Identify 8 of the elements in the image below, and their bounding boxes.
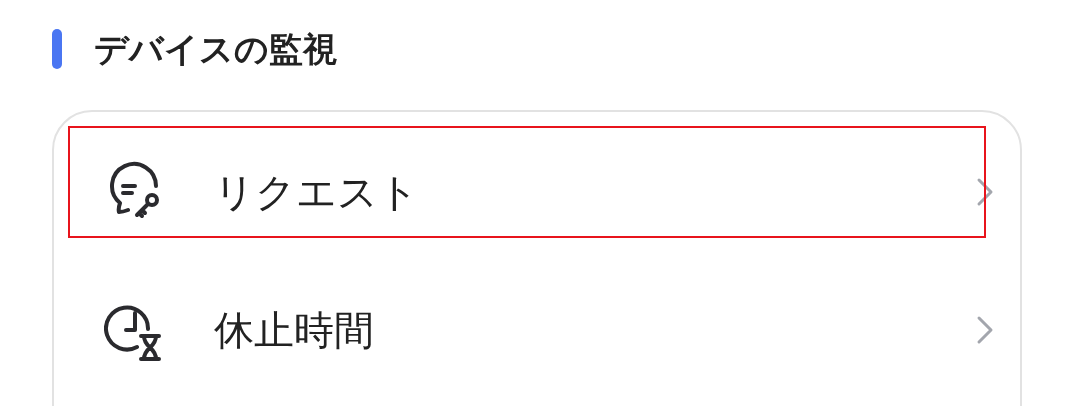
item-label: 休止時間 <box>214 306 374 354</box>
list-item[interactable]: リクエスト <box>104 135 1000 248</box>
section-title: デバイスの監視 <box>94 29 337 69</box>
section-accent-bar <box>52 29 62 69</box>
chevron-right-icon <box>976 176 994 207</box>
chevron-right-icon <box>976 314 994 345</box>
list-item[interactable]: 休止時間 <box>104 273 1000 386</box>
item-label: リクエスト <box>214 168 419 216</box>
